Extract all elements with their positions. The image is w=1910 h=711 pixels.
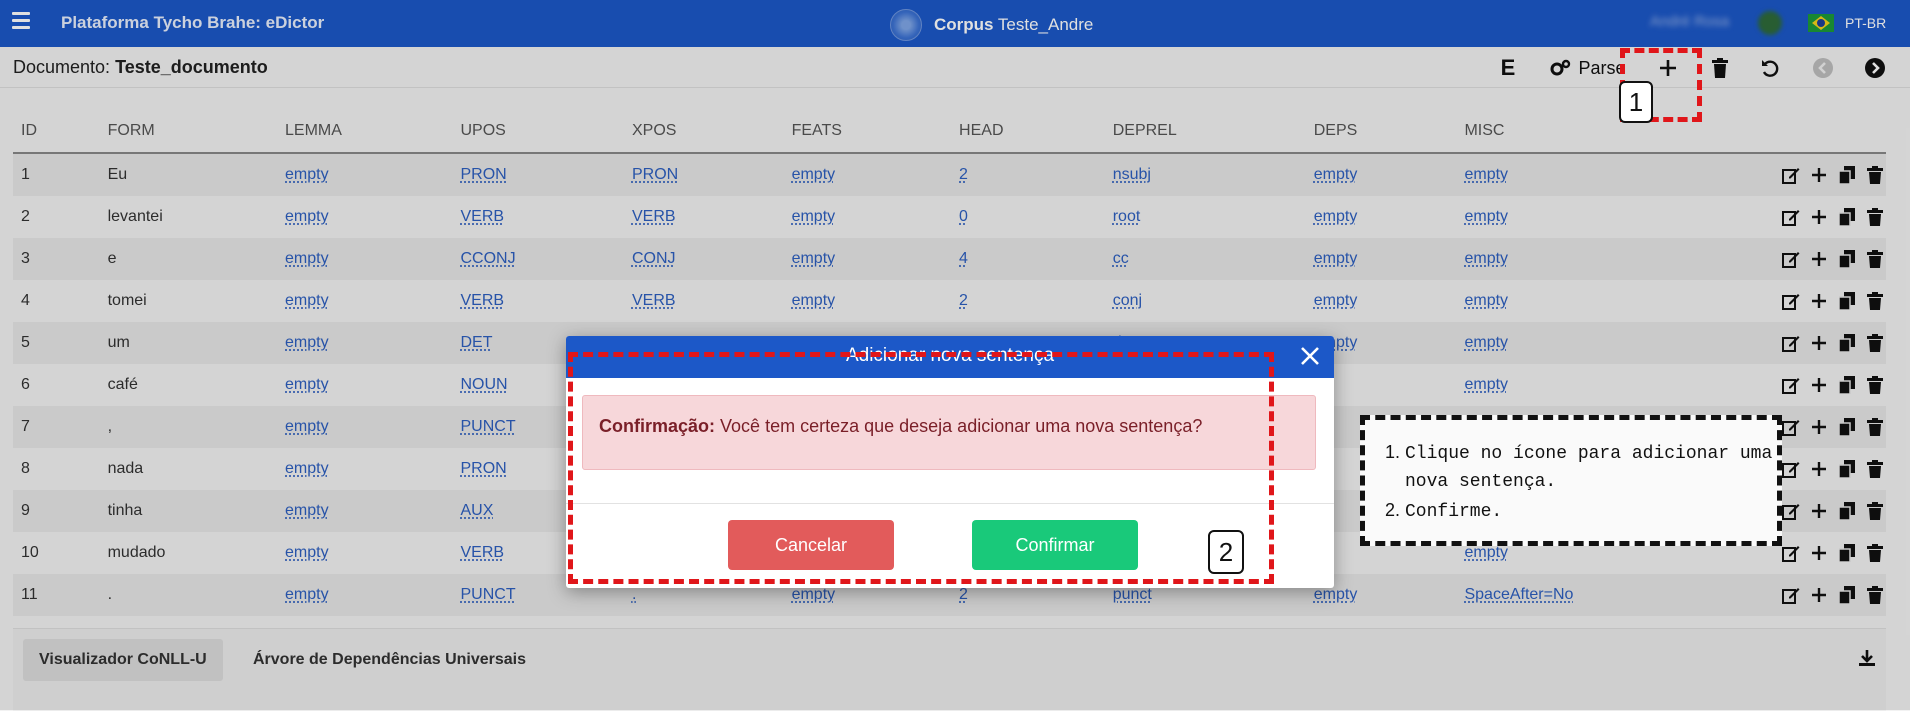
instruction-step-2: Confirme. [1405, 496, 1777, 526]
instructions-box: Clique no ícone para adicionar uma nova … [1360, 415, 1782, 546]
step-2-tag: 2 [1208, 530, 1244, 574]
highlight-dialog [568, 352, 1274, 584]
step-1-tag: 1 [1619, 81, 1653, 123]
close-icon[interactable] [1296, 342, 1324, 370]
instruction-step-1: Clique no ícone para adicionar uma nova … [1405, 438, 1777, 496]
